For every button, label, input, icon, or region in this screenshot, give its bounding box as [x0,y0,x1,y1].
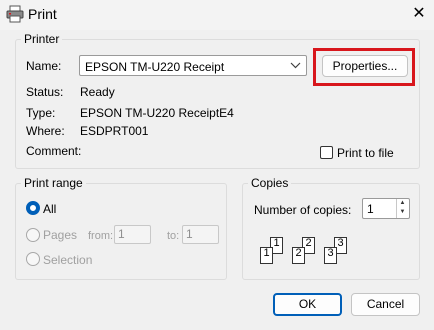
number-of-copies-label: Number of copies: [254,203,352,217]
spin-down-icon[interactable]: ▼ [397,208,408,217]
cancel-button[interactable]: Cancel [351,293,420,316]
from-label: from: [88,230,114,242]
window-title: Print [28,6,57,22]
to-input[interactable]: 1 [182,225,219,244]
selection-label[interactable]: Selection [43,253,92,267]
all-radio[interactable] [26,201,40,215]
ok-button[interactable]: OK [273,293,342,316]
from-input[interactable]: 1 [114,225,151,244]
name-label: Name: [26,59,62,73]
chevron-down-icon [290,58,301,75]
status-label: Status: [26,85,64,99]
collate-page-front: 2 [292,247,305,264]
copies-spinner[interactable]: 1 ▲ ▼ [362,198,410,219]
spin-up-icon[interactable]: ▲ [397,199,408,208]
printer-name-value: EPSON TM-U220 Receipt [85,60,225,74]
collate-page-front: 3 [324,247,337,264]
copies-value[interactable]: 1 [367,202,374,216]
collate-illustration: 1 1 2 2 3 3 [258,234,354,266]
collate-page-front: 1 [260,247,273,264]
to-label: to: [167,230,180,242]
spinner-buttons: ▲ ▼ [396,199,409,218]
pages-label[interactable]: Pages [43,228,77,242]
copies-group-label: Copies [248,176,292,190]
print-to-file-label[interactable]: Print to file [337,146,394,160]
selection-radio[interactable] [26,252,40,266]
where-value: ESDPRT001 [80,124,149,138]
where-label: Where: [26,124,65,138]
type-value: EPSON TM-U220 ReceiptE4 [80,106,234,120]
print-to-file-checkbox[interactable] [320,146,333,159]
comment-label: Comment: [26,144,82,158]
print-range-group-label: Print range [21,176,86,190]
type-label: Type: [26,106,56,120]
pages-radio[interactable] [26,228,40,242]
all-label[interactable]: All [43,202,56,216]
status-value: Ready [80,85,115,99]
title-bar: Print ✕ [0,0,434,30]
printer-group-label: Printer [21,32,63,46]
printer-icon [6,5,24,23]
printer-name-select[interactable]: EPSON TM-U220 Receipt [79,55,307,76]
close-icon[interactable]: ✕ [409,4,429,24]
properties-button[interactable]: Properties... [322,55,408,77]
